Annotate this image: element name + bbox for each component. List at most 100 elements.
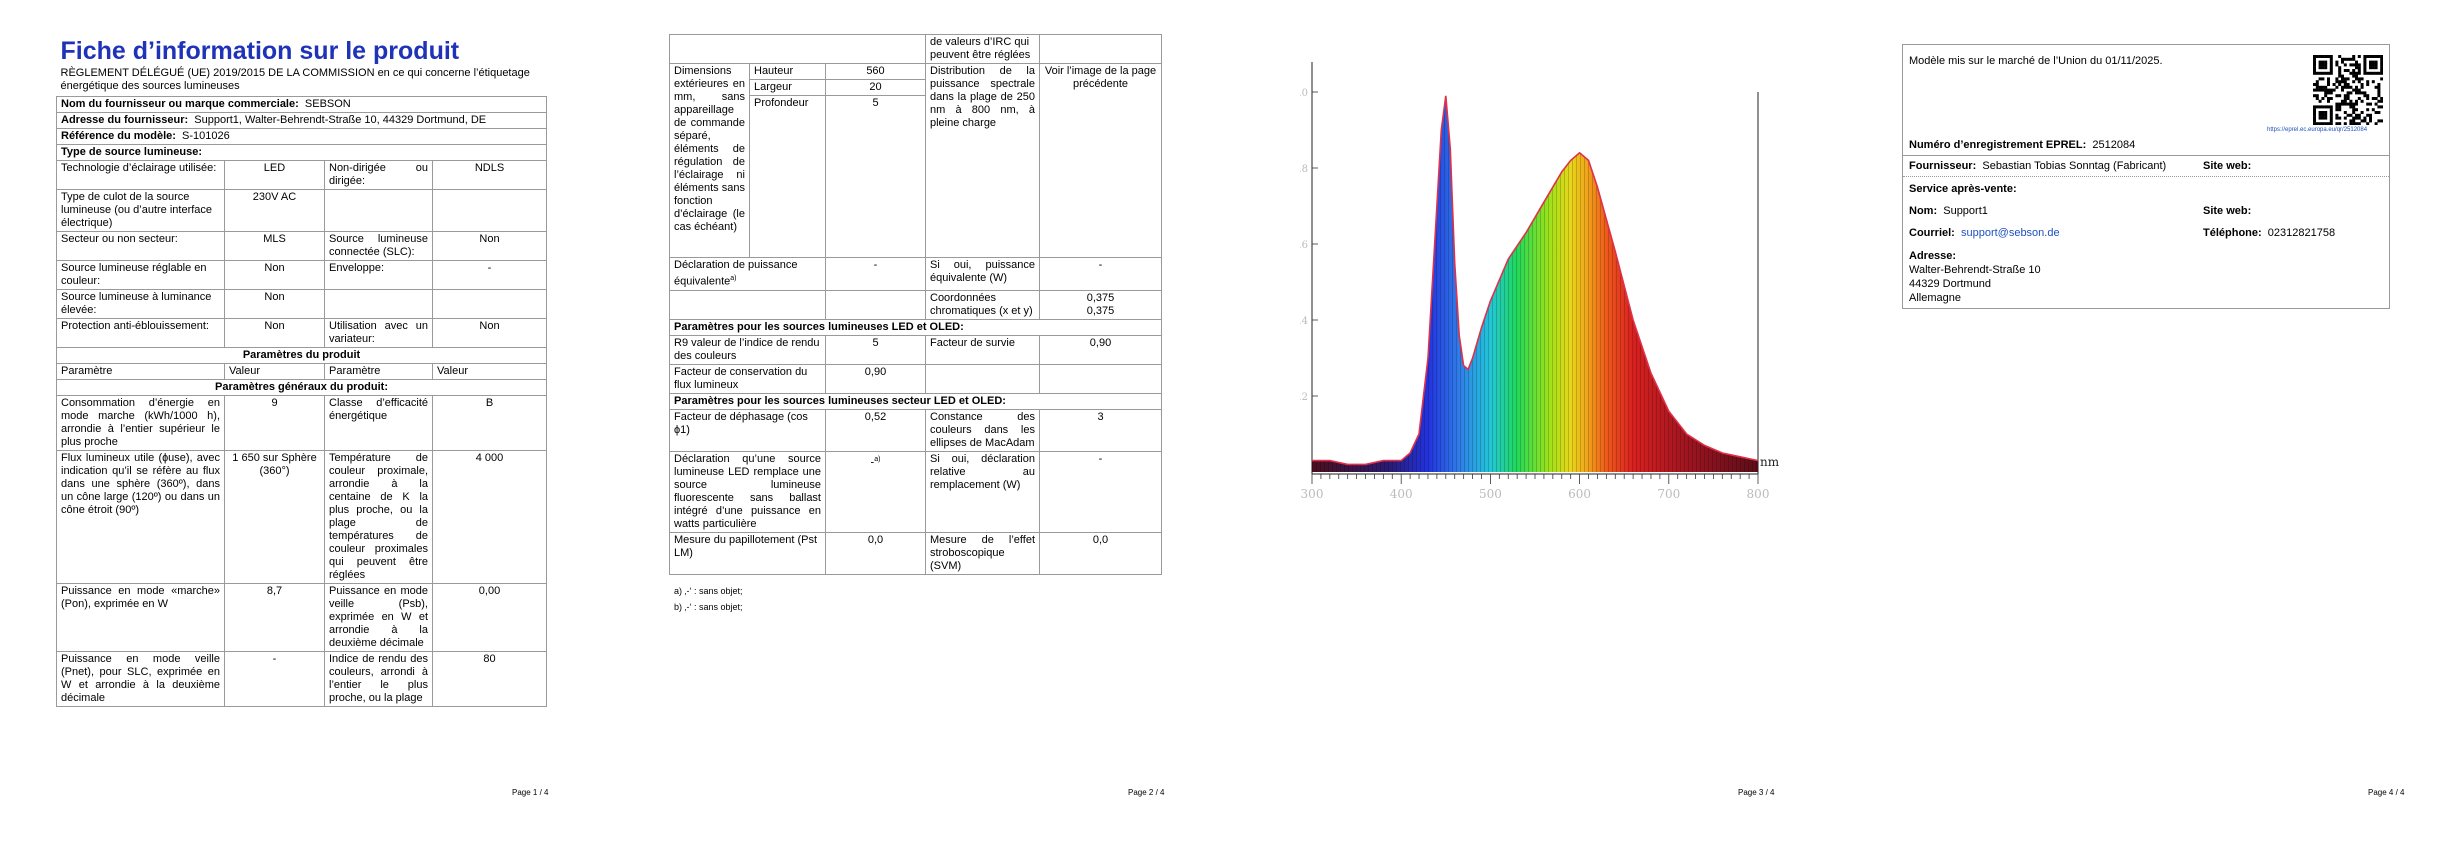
qr-module [2318, 71, 2322, 75]
qr-module [2360, 111, 2364, 114]
address-line: Walter-Behrendt-Straße 10 [1909, 264, 2041, 276]
qr-module [2324, 105, 2328, 109]
qr-module [2343, 77, 2347, 81]
qr-module [2360, 99, 2364, 103]
table-cell: Indice de rendu des couleurs, arrondi à … [324, 651, 433, 707]
qr-module [2327, 99, 2330, 103]
qr-module [2313, 60, 2316, 64]
qr-module [2377, 119, 2381, 123]
y-tick-label: 0.2 [1300, 392, 1308, 403]
qr-module [2327, 122, 2330, 125]
qr-module [2360, 85, 2364, 89]
qr-module [2346, 113, 2350, 117]
qr-code-icon[interactable] [2313, 55, 2383, 125]
qr-module [2374, 111, 2378, 114]
qr-module [2329, 97, 2333, 100]
qr-module [2371, 80, 2375, 84]
phase-factor-label: Facteur de déphasage (cos ϕ1) [669, 408, 826, 452]
qr-module [2318, 99, 2322, 103]
x-tick-label: 700 [1657, 487, 1680, 501]
qr-module [2369, 102, 2372, 106]
table-cell [432, 289, 547, 319]
qr-module [2371, 66, 2375, 70]
x-tick-label: 800 [1747, 487, 1770, 501]
qr-module [2360, 91, 2364, 95]
name-row: Nom: Support1 [1909, 205, 1988, 217]
table-cell: Source lumineuse à luminance élevée: [56, 289, 225, 319]
table-cell [324, 289, 433, 319]
qr-module [2324, 88, 2328, 92]
qr-module [2313, 105, 2316, 109]
qr-module [2335, 77, 2339, 81]
market-date-text: Modèle mis sur le marché de l’Union du 0… [1909, 55, 2163, 67]
qr-module [2352, 63, 2356, 67]
qr-module [2355, 99, 2358, 103]
qr-module [2380, 77, 2383, 81]
dim-label: Largeur [749, 79, 826, 96]
qr-module [2315, 122, 2319, 125]
replacement-value: -a) [825, 450, 926, 533]
dim-value: 560 [825, 63, 926, 80]
qr-module [2341, 77, 2344, 81]
qr-module [2366, 55, 2370, 58]
qr-module [2377, 71, 2381, 75]
qr-module [2324, 71, 2328, 75]
email-row: Courriel: support@sebson.de [1909, 227, 2060, 239]
qr-module [2343, 94, 2347, 98]
table-cell: Flux lumineux utile (ɸuse), avec indicat… [56, 450, 225, 584]
qr-module [2343, 57, 2347, 61]
y-tick-label: 0.4 [1300, 316, 1308, 327]
spectral-label: Distribution de la puissance spectrale d… [925, 63, 1040, 258]
stroboscopic-value: 0,0 [1039, 531, 1162, 575]
qr-module [2374, 60, 2378, 64]
qr-module [2374, 71, 2378, 75]
qr-module [2346, 77, 2350, 81]
qr-module [2327, 105, 2330, 109]
qr-module [2363, 116, 2367, 120]
qr-module [2338, 66, 2342, 70]
table-cell: Non [432, 231, 547, 261]
qr-module [2374, 102, 2378, 106]
qr-module [2315, 97, 2319, 100]
qr-module [2380, 71, 2383, 75]
qr-module [2357, 113, 2361, 117]
qr-module [2377, 83, 2381, 86]
qr-module [2341, 99, 2344, 103]
website2-label: Site web: [2203, 205, 2252, 217]
chroma-value: 0,375 0,375 [1039, 289, 1162, 320]
qr-module [2329, 60, 2333, 64]
qr-module [2363, 55, 2367, 58]
qr-link[interactable]: https://eprel.ec.europa.eu/qr/2512084 [2267, 127, 2367, 133]
qr-module [2335, 85, 2339, 89]
qr-module [2369, 60, 2372, 64]
table-cell: 1 650 sur Sphère (360°) [224, 450, 325, 584]
plot-area: 300 400 500 600 700 800 1.0 0.8 0.6 0.4 0.2 nm [1300, 62, 1780, 501]
qr-module [2352, 80, 2356, 84]
qr-module [2341, 57, 2344, 61]
qr-module [2321, 55, 2325, 58]
qr-module [2321, 85, 2325, 89]
model-label: Référence du modèle: [61, 130, 176, 142]
qr-module [2343, 97, 2347, 100]
qr-module [2366, 122, 2370, 125]
column-header: Paramètre [324, 363, 433, 380]
address-line: 44329 Dortmund [1909, 278, 1991, 290]
qr-module [2321, 122, 2325, 125]
flicker-value: 0,0 [825, 531, 926, 575]
qr-module [2321, 116, 2325, 120]
qr-module [2346, 85, 2350, 89]
qr-module [2313, 71, 2316, 75]
table-cell: Non [224, 289, 325, 319]
service-label: Service après-vente: [1909, 183, 2017, 195]
qr-module [2343, 63, 2347, 67]
qr-module [2313, 83, 2316, 86]
email-link[interactable]: support@sebson.de [1961, 227, 2060, 239]
qr-module [2380, 97, 2383, 100]
qr-module [2327, 77, 2330, 81]
website-label: Site web: [2203, 160, 2252, 172]
qr-module [2318, 111, 2322, 114]
address-value: Support1, Walter-Behrendt-Straße 10, 443… [194, 114, 487, 126]
qr-module [2352, 105, 2356, 109]
qr-module [2346, 83, 2350, 86]
general-params-header: Paramètres généraux du produit: [56, 379, 547, 396]
